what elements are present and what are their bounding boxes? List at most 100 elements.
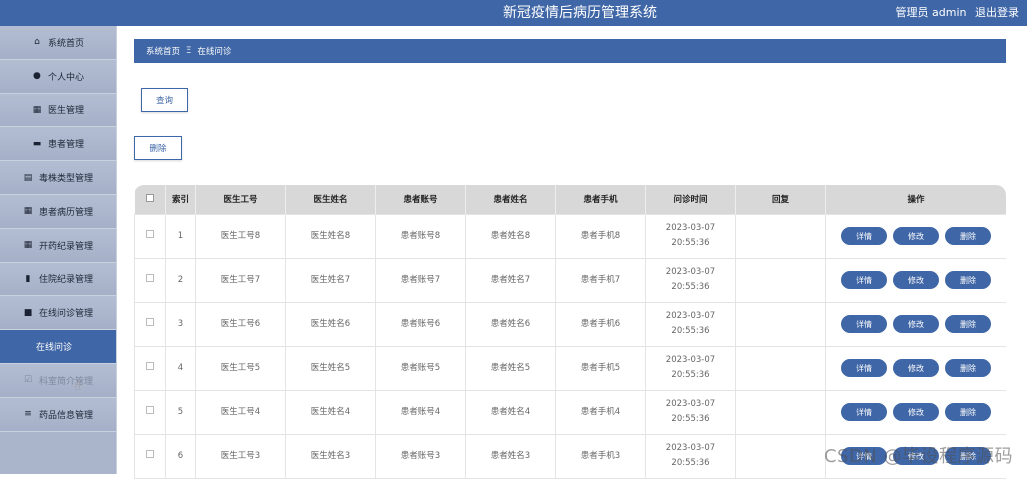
sidebar-item-patients[interactable]: ▬ 患者管理 <box>0 127 116 162</box>
sidebar-item-consultation-mgmt[interactable]: ■ 在线问诊管理 <box>0 296 116 331</box>
cell-actions: 详情 修改 删除 <box>825 213 1006 259</box>
table-row: 3 医生工号6 医生姓名6 患者账号6 患者姓名6 患者手机6 2023-03-07 20:… <box>134 301 1006 347</box>
edit-button[interactable]: 修改 <box>893 315 939 333</box>
cell-doctor-name: 医生姓名4 <box>285 389 376 435</box>
delete-button[interactable]: 删除 <box>945 359 991 377</box>
user-label: 管理员 admin <box>895 6 967 19</box>
clipboard-icon: ▤ <box>23 172 33 183</box>
cell-time: 2023-03-07 20:55:36 <box>645 213 736 259</box>
cell-patient-phone: 患者手机3 <box>555 433 646 479</box>
row-checkbox[interactable] <box>134 389 166 435</box>
cell-index: 6 <box>165 433 196 479</box>
detail-button[interactable]: 详情 <box>841 271 887 289</box>
cell-patient-phone: 患者手机4 <box>555 389 646 435</box>
row-checkbox[interactable] <box>134 301 166 347</box>
cell-index: 4 <box>165 345 196 391</box>
breadcrumb-home[interactable]: 系统首页 <box>146 45 180 57</box>
sidebar-subitem-consultation[interactable]: 在线问诊 <box>0 330 116 364</box>
sidebar-item-hospitalization[interactable]: ▮ 住院纪录管理 <box>0 262 116 297</box>
cell-index: 3 <box>165 301 196 347</box>
cell-patient-name: 患者姓名4 <box>465 389 556 435</box>
sidebar-item-label: 在线问诊 <box>36 343 73 354</box>
detail-button[interactable]: 详情 <box>841 403 887 421</box>
column-header: 回复 <box>735 185 826 214</box>
sidebar-item-label: 在线问诊管理 <box>38 309 93 320</box>
consultation-table: 索引 医生工号 医生姓名 患者账号 患者姓名 患者手机 问诊时间 回复 操作 1… <box>134 185 1006 480</box>
cell-doctor-id: 医生工号6 <box>195 301 286 347</box>
cell-time: 2023-03-07 20:55:36 <box>645 389 736 435</box>
sidebar-item-label: 住院纪录管理 <box>38 275 93 286</box>
column-header: 问诊时间 <box>645 185 736 214</box>
cell-reply <box>735 213 826 259</box>
cell-patient-account: 患者账号7 <box>375 257 466 303</box>
bulk-delete-button[interactable]: 删除 <box>134 136 182 160</box>
sidebar-item-label: 开药纪录管理 <box>38 241 93 252</box>
sidebar-item-medicines[interactable]: ≡ 药品信息管理 <box>0 397 116 432</box>
table-header-row: 索引 医生工号 医生姓名 患者账号 患者姓名 患者手机 问诊时间 回复 操作 <box>134 185 1006 214</box>
sidebar-item-label: 毒株类型管理 <box>38 174 93 185</box>
bar-chart-icon: ▮ <box>25 273 31 284</box>
row-checkbox[interactable] <box>134 345 166 391</box>
cell-patient-name: 患者姓名7 <box>465 257 556 303</box>
sidebar-item-label: 患者病历管理 <box>38 207 93 218</box>
briefcase-icon: ■ <box>23 307 33 318</box>
column-header: 医生工号 <box>195 185 286 214</box>
cell-index: 2 <box>165 257 196 303</box>
delete-button[interactable]: 删除 <box>945 227 991 245</box>
row-checkbox[interactable] <box>134 257 166 303</box>
row-checkbox[interactable] <box>134 433 166 479</box>
grid-icon: ▦ <box>23 240 33 251</box>
query-button[interactable]: 查询 <box>141 88 188 112</box>
table-row: 4 医生工号5 医生姓名5 患者账号5 患者姓名5 患者手机5 2023-03-07 20:… <box>134 345 1006 391</box>
row-checkbox[interactable] <box>134 213 166 259</box>
delete-button[interactable]: 删除 <box>945 271 991 289</box>
edit-button[interactable]: 修改 <box>893 359 939 377</box>
sidebar-item-medical-records[interactable]: ▦ 患者病历管理 <box>0 194 116 229</box>
detail-button[interactable]: 详情 <box>841 359 887 377</box>
cell-doctor-name: 医生姓名3 <box>285 433 376 479</box>
cell-reply <box>735 389 826 435</box>
cell-doctor-id: 医生工号3 <box>195 433 286 479</box>
sidebar-item-departments[interactable]: ☑ 科室简介管理 ☝ <box>0 363 116 398</box>
sidebar-item-label: 药品信息管理 <box>38 410 93 421</box>
column-header: 患者账号 <box>375 185 466 214</box>
edit-button[interactable]: 修改 <box>893 403 939 421</box>
cell-reply <box>735 433 826 479</box>
edit-button[interactable]: 修改 <box>893 227 939 245</box>
logout-link[interactable]: 退出登录 <box>975 6 1019 19</box>
delete-button[interactable]: 删除 <box>945 403 991 421</box>
column-header: 患者姓名 <box>465 185 556 214</box>
cell-time: 2023-03-07 20:55:36 <box>645 301 736 347</box>
grid-icon: ▦ <box>23 206 33 217</box>
sidebar-item-prescriptions[interactable]: ▦ 开药纪录管理 <box>0 228 116 263</box>
user-area: 管理员 admin 退出登录 <box>891 4 1019 20</box>
edit-button[interactable]: 修改 <box>893 271 939 289</box>
table-row: 2 医生工号7 医生姓名7 患者账号7 患者姓名7 患者手机7 2023-03-07 20:… <box>134 257 1006 303</box>
sidebar-item-home[interactable]: ⌂ 系统首页 <box>0 26 116 60</box>
detail-button[interactable]: 详情 <box>841 315 887 333</box>
grid-icon: ▦ <box>32 104 42 115</box>
sidebar-item-label: 患者管理 <box>47 140 84 151</box>
cell-doctor-name: 医生姓名8 <box>285 213 376 259</box>
sidebar-item-profile[interactable]: ● 个人中心 <box>0 59 116 94</box>
hand-cursor-icon: ☝ <box>74 377 82 392</box>
cell-patient-phone: 患者手机8 <box>555 213 646 259</box>
cell-actions: 详情 修改 删除 <box>825 257 1006 303</box>
cell-doctor-name: 医生姓名7 <box>285 257 376 303</box>
watermark: CSDN @毕设程序源码 <box>823 446 1013 467</box>
cell-actions: 详情 修改 删除 <box>825 301 1006 347</box>
cell-time: 2023-03-07 20:55:36 <box>645 257 736 303</box>
select-all-checkbox[interactable] <box>134 185 166 214</box>
sidebar-item-doctors[interactable]: ▦ 医生管理 <box>0 93 116 128</box>
cell-patient-account: 患者账号6 <box>375 301 466 347</box>
delete-button[interactable]: 删除 <box>945 315 991 333</box>
sidebar-item-label: 个人中心 <box>47 72 84 83</box>
detail-button[interactable]: 详情 <box>841 227 887 245</box>
breadcrumb-current: 在线问诊 <box>197 47 232 57</box>
cell-patient-account: 患者账号3 <box>375 433 466 479</box>
sidebar-item-strain-types[interactable]: ▤ 毒株类型管理 <box>0 161 116 195</box>
home-icon: ⌂ <box>34 37 40 48</box>
cell-doctor-name: 医生姓名6 <box>285 301 376 347</box>
cell-index: 5 <box>165 389 196 435</box>
sidebar: ⌂ 系统首页 ● 个人中心 ▦ 医生管理 ▬ 患者管理 ▤ 毒株类型管理 ▦ 患… <box>0 26 117 474</box>
